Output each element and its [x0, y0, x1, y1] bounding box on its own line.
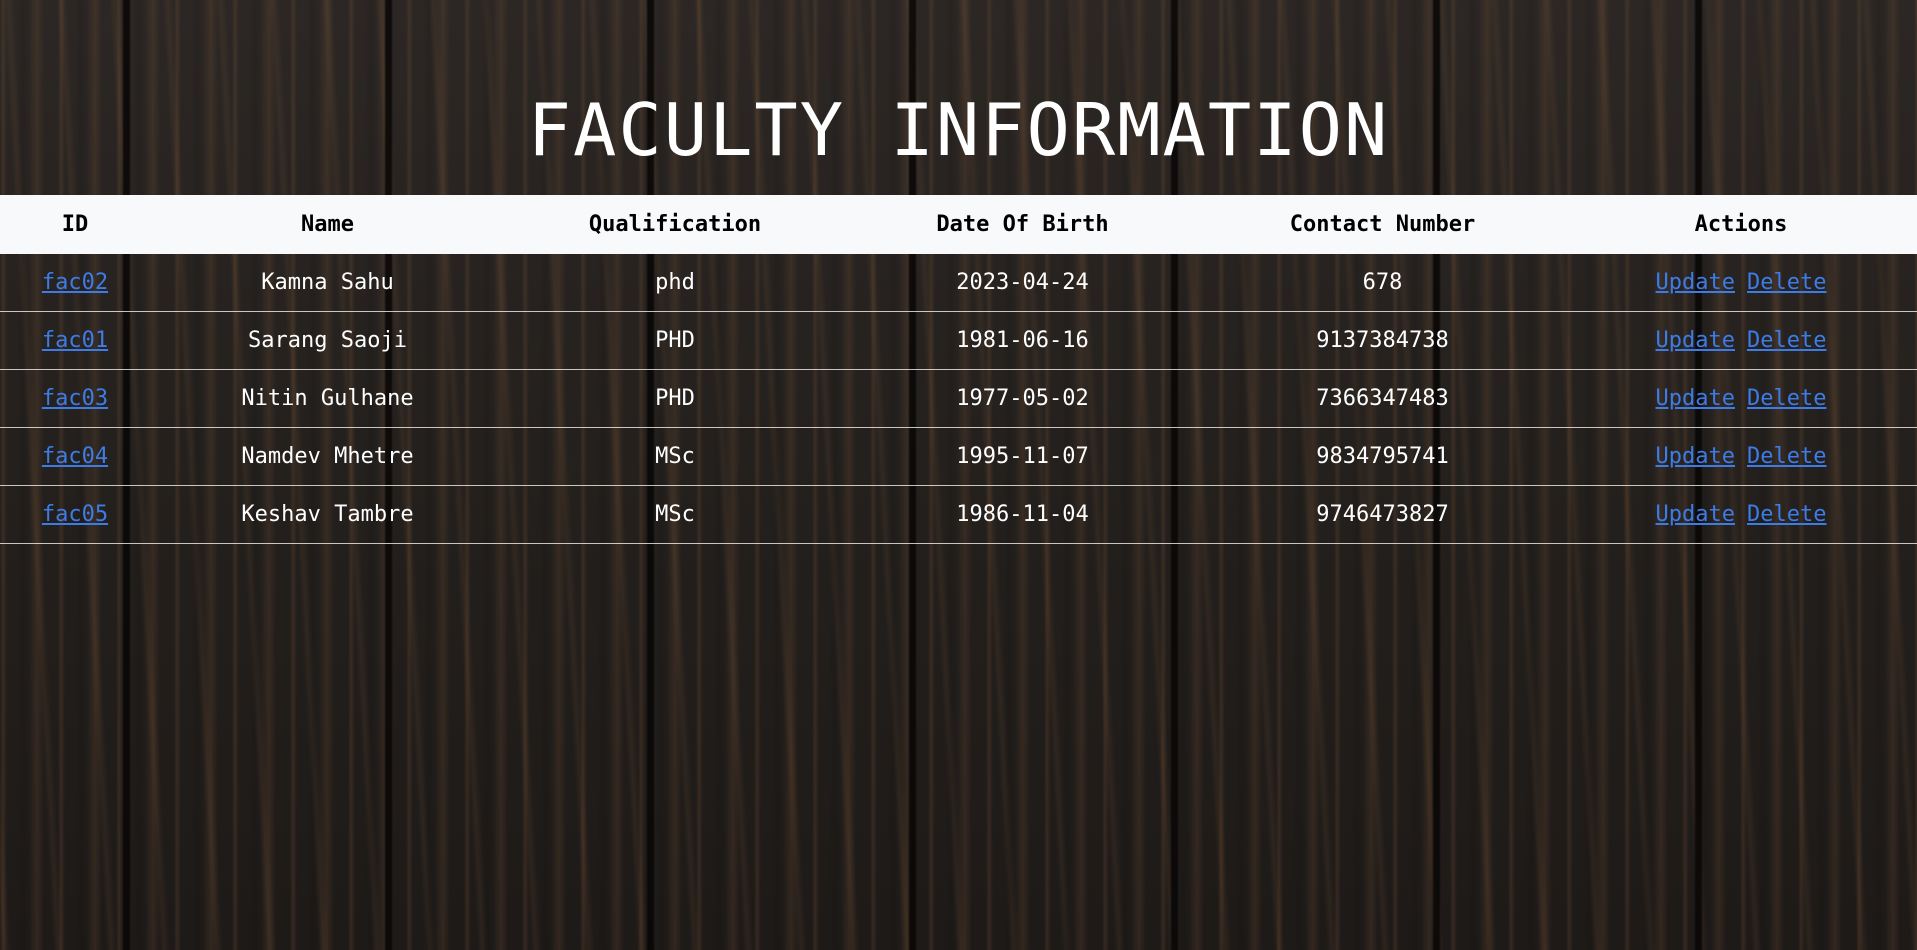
actions-cell: Update Delete — [1565, 369, 1917, 428]
delete-link[interactable]: Delete — [1747, 502, 1826, 527]
actions-cell: Update Delete — [1565, 311, 1917, 370]
id-cell: fac04 — [0, 427, 150, 486]
contact-cell: 9834795741 — [1200, 427, 1565, 486]
dob-cell: 2023-04-24 — [845, 254, 1200, 312]
update-link[interactable]: Update — [1656, 328, 1735, 353]
name-cell: Kamna Sahu — [150, 254, 505, 312]
name-cell: Sarang Saoji — [150, 311, 505, 370]
id-cell: fac01 — [0, 311, 150, 370]
qualification-cell: MSc — [505, 427, 845, 486]
table-row: fac02 Kamna Sahu phd 2023-04-24 678 Upda… — [0, 254, 1917, 312]
delete-link[interactable]: Delete — [1747, 328, 1826, 353]
name-cell: Keshav Tambre — [150, 485, 505, 544]
table-row: fac01 Sarang Saoji PHD 1981-06-16 913738… — [0, 311, 1917, 370]
column-header-qualification: Qualification — [505, 195, 845, 254]
dob-cell: 1986-11-04 — [845, 485, 1200, 544]
name-cell: Namdev Mhetre — [150, 427, 505, 486]
update-link[interactable]: Update — [1656, 386, 1735, 411]
faculty-id-link[interactable]: fac02 — [42, 270, 108, 295]
qualification-cell: PHD — [505, 369, 845, 428]
contact-cell: 9137384738 — [1200, 311, 1565, 370]
faculty-id-link[interactable]: fac03 — [42, 386, 108, 411]
name-cell: Nitin Gulhane — [150, 369, 505, 428]
qualification-cell: MSc — [505, 485, 845, 544]
contact-cell: 7366347483 — [1200, 369, 1565, 428]
page: FACULTY INFORMATION ID Name Qualificatio… — [0, 0, 1917, 950]
id-cell: fac02 — [0, 254, 150, 312]
dob-cell: 1995-11-07 — [845, 427, 1200, 486]
table-row: fac05 Keshav Tambre MSc 1986-11-04 97464… — [0, 485, 1917, 544]
contact-cell: 9746473827 — [1200, 485, 1565, 544]
contact-cell: 678 — [1200, 254, 1565, 312]
update-link[interactable]: Update — [1656, 502, 1735, 527]
table-row: fac03 Nitin Gulhane PHD 1977-05-02 73663… — [0, 369, 1917, 428]
dob-cell: 1977-05-02 — [845, 369, 1200, 428]
table-body: fac02 Kamna Sahu phd 2023-04-24 678 Upda… — [0, 254, 1917, 544]
actions-cell: Update Delete — [1565, 485, 1917, 544]
update-link[interactable]: Update — [1656, 444, 1735, 469]
table-header: ID Name Qualification Date Of Birth Cont… — [0, 195, 1917, 254]
id-cell: fac03 — [0, 369, 150, 428]
column-header-date-of-birth: Date Of Birth — [845, 195, 1200, 254]
update-link[interactable]: Update — [1656, 270, 1735, 295]
column-header-contact-number: Contact Number — [1200, 195, 1565, 254]
actions-cell: Update Delete — [1565, 427, 1917, 486]
header-row: ID Name Qualification Date Of Birth Cont… — [0, 195, 1917, 254]
dob-cell: 1981-06-16 — [845, 311, 1200, 370]
delete-link[interactable]: Delete — [1747, 270, 1826, 295]
qualification-cell: phd — [505, 254, 845, 312]
faculty-table: ID Name Qualification Date Of Birth Cont… — [0, 195, 1917, 544]
table-row: fac04 Namdev Mhetre MSc 1995-11-07 98347… — [0, 427, 1917, 486]
column-header-id: ID — [0, 195, 150, 254]
faculty-id-link[interactable]: fac05 — [42, 502, 108, 527]
actions-cell: Update Delete — [1565, 254, 1917, 312]
column-header-name: Name — [150, 195, 505, 254]
column-header-actions: Actions — [1565, 195, 1917, 254]
id-cell: fac05 — [0, 485, 150, 544]
delete-link[interactable]: Delete — [1747, 444, 1826, 469]
faculty-id-link[interactable]: fac04 — [42, 444, 108, 469]
qualification-cell: PHD — [505, 311, 845, 370]
delete-link[interactable]: Delete — [1747, 386, 1826, 411]
page-title: FACULTY INFORMATION — [527, 88, 1390, 172]
faculty-id-link[interactable]: fac01 — [42, 328, 108, 353]
